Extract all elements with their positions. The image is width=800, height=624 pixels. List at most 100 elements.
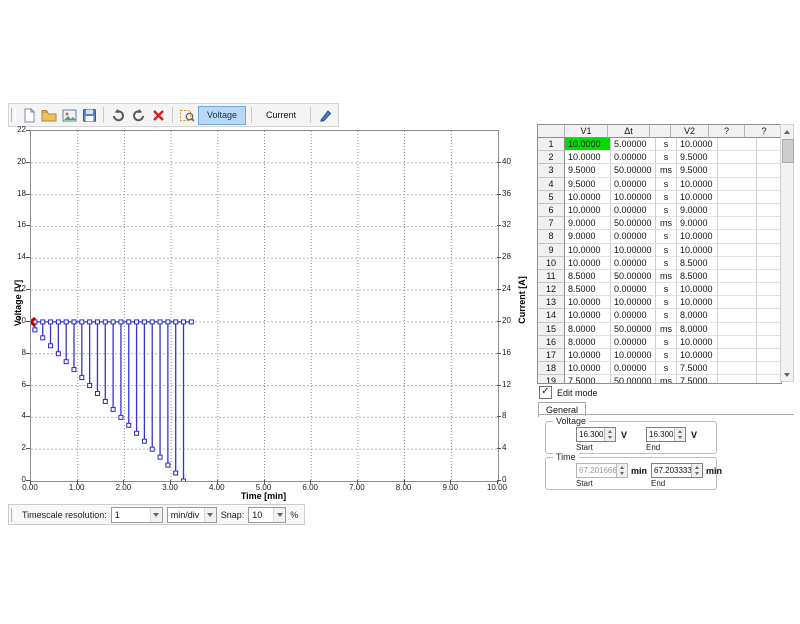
table-cell[interactable]: 8.5000 [677, 257, 718, 270]
table-cell[interactable]: ms [656, 164, 677, 177]
table-cell[interactable]: 7.5000 [677, 375, 718, 384]
table-cell[interactable] [757, 336, 782, 349]
save-button[interactable] [80, 106, 98, 124]
table-cell[interactable]: s [656, 151, 677, 164]
spinner-arrows[interactable] [604, 428, 615, 441]
waveform-point[interactable] [72, 368, 76, 372]
waveform-point[interactable] [49, 320, 53, 324]
table-cell[interactable] [718, 217, 757, 230]
table-cell[interactable]: s [656, 336, 677, 349]
table-cell[interactable]: 10.0000 [565, 309, 611, 322]
table-cell[interactable]: 14 [538, 309, 565, 322]
redo-button[interactable] [109, 106, 127, 124]
table-cell[interactable]: ms [656, 217, 677, 230]
table-cell[interactable] [757, 375, 782, 384]
toolbar-grip[interactable] [11, 108, 16, 122]
table-cell[interactable]: ms [656, 323, 677, 336]
table-cell[interactable]: 7.5000 [565, 375, 611, 384]
table-cell[interactable]: s [656, 178, 677, 191]
table-cell[interactable]: 18 [538, 362, 565, 375]
table-cell[interactable]: 9.5000 [565, 178, 611, 191]
waveform-point[interactable] [88, 320, 92, 324]
scroll-down-button[interactable] [781, 368, 793, 381]
table-cell[interactable]: s [656, 138, 677, 151]
table-cell[interactable]: 50.00000 [611, 217, 656, 230]
table-cell[interactable]: 10.00000 [611, 296, 656, 309]
export-image-button[interactable] [60, 106, 78, 124]
waveform-point[interactable] [158, 455, 162, 459]
table-cell[interactable] [718, 296, 757, 309]
snap-select[interactable]: 10 [248, 507, 286, 523]
table-cell[interactable] [757, 191, 782, 204]
table-cell[interactable] [757, 138, 782, 151]
table-cell[interactable]: 9.5000 [565, 164, 611, 177]
table-cell[interactable] [757, 257, 782, 270]
table-cell[interactable]: 10.0000 [565, 349, 611, 362]
waveform-end-point[interactable] [189, 320, 193, 324]
table-cell[interactable] [757, 178, 782, 191]
table-cell[interactable]: 10.0000 [565, 362, 611, 375]
table-cell[interactable]: 19 [538, 375, 565, 384]
table-cell[interactable] [718, 178, 757, 191]
open-file-button[interactable] [40, 106, 58, 124]
waveform-point[interactable] [150, 447, 154, 451]
table-cell[interactable] [718, 375, 757, 384]
waveform-point[interactable] [95, 392, 99, 396]
table-cell[interactable]: 9.0000 [565, 230, 611, 243]
table-cell[interactable]: 7.5000 [677, 362, 718, 375]
table-cell[interactable]: 10.0000 [565, 191, 611, 204]
table-cell[interactable]: 8 [538, 230, 565, 243]
waveform-point[interactable] [135, 320, 139, 324]
table-cell[interactable]: 0.00000 [611, 309, 656, 322]
toolbar-grip[interactable] [11, 508, 16, 522]
new-file-button[interactable] [20, 106, 38, 124]
table-cell[interactable]: 50.00000 [611, 270, 656, 283]
table-cell[interactable]: 8.5000 [565, 283, 611, 296]
table-cell[interactable]: 9.5000 [677, 164, 718, 177]
table-cell[interactable] [757, 296, 782, 309]
waveform-plot-area[interactable] [30, 130, 499, 482]
table-cell[interactable]: 12 [538, 283, 565, 296]
table-cell[interactable]: 10.0000 [565, 151, 611, 164]
table-cell[interactable]: 10.00000 [611, 349, 656, 362]
sequence-table[interactable]: V1ΔtV2??110.00005.00000s10.0000210.00000… [537, 124, 782, 384]
table-cell[interactable] [718, 151, 757, 164]
table-cell[interactable]: 10.0000 [677, 244, 718, 257]
table-cell[interactable] [718, 244, 757, 257]
waveform-point[interactable] [64, 320, 68, 324]
timescale-resolution-select[interactable]: 1 [111, 507, 163, 523]
table-cell[interactable]: 9.0000 [565, 217, 611, 230]
table-cell[interactable]: 0.00000 [611, 283, 656, 296]
waveform-point[interactable] [174, 471, 178, 475]
pen-tool-button[interactable] [316, 106, 334, 124]
table-cell[interactable] [757, 217, 782, 230]
table-cell[interactable]: 8.0000 [565, 323, 611, 336]
table-cell[interactable]: s [656, 230, 677, 243]
waveform-point[interactable] [72, 320, 76, 324]
table-cell[interactable] [718, 323, 757, 336]
table-cell[interactable] [757, 164, 782, 177]
waveform-point[interactable] [80, 320, 84, 324]
table-cell[interactable]: 8.0000 [677, 309, 718, 322]
undo-button[interactable] [129, 106, 147, 124]
table-cell[interactable]: s [656, 244, 677, 257]
voltage-end-spinner[interactable]: 16.300 [646, 427, 686, 442]
edit-mode-checkbox[interactable]: ✓ [539, 386, 552, 399]
zoom-selection-button[interactable] [178, 106, 196, 124]
table-cell[interactable]: 5 [538, 191, 565, 204]
selected-point-marker-core[interactable] [31, 319, 34, 324]
table-cell[interactable] [718, 257, 757, 270]
table-cell[interactable]: 10.00000 [611, 191, 656, 204]
waveform-chart[interactable] [31, 131, 498, 481]
table-cell[interactable] [718, 164, 757, 177]
waveform-point[interactable] [111, 407, 115, 411]
table-cell[interactable]: s [656, 204, 677, 217]
table-cell[interactable]: 10.0000 [677, 349, 718, 362]
table-cell[interactable]: 15 [538, 323, 565, 336]
table-cell[interactable]: ms [656, 270, 677, 283]
table-cell[interactable]: 10.0000 [677, 178, 718, 191]
table-cell[interactable]: 0.00000 [611, 230, 656, 243]
table-cell[interactable]: 9.5000 [677, 151, 718, 164]
table-cell[interactable]: 2 [538, 151, 565, 164]
table-cell[interactable]: 10.0000 [677, 336, 718, 349]
